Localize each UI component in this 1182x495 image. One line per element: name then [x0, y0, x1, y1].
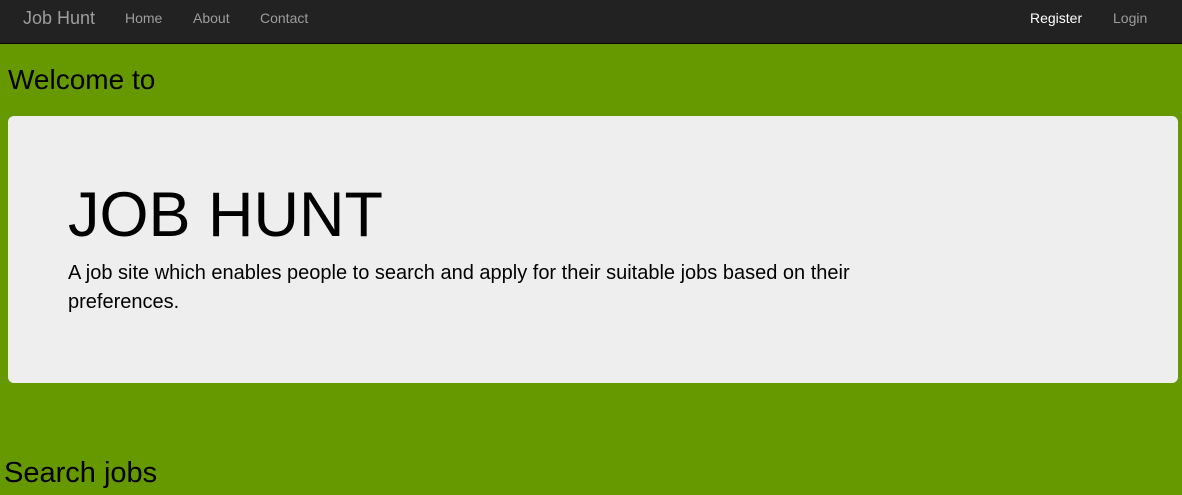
nav-register-link[interactable]: Register — [1030, 11, 1082, 25]
nav-contact-link[interactable]: Contact — [260, 11, 308, 25]
jumbotron: JOB HUNT A job site which enables people… — [8, 116, 1178, 383]
top-navbar: Job Hunt Home About Contact Register Log… — [0, 0, 1182, 44]
nav-home-link[interactable]: Home — [125, 11, 162, 25]
brand-link[interactable]: Job Hunt — [23, 9, 95, 27]
search-jobs-heading: Search jobs — [4, 457, 158, 489]
jumbotron-description: A job site which enables people to searc… — [68, 262, 850, 313]
welcome-heading: Welcome to — [8, 64, 156, 95]
nav-about-link[interactable]: About — [193, 11, 230, 25]
jumbotron-title: JOB HUNT — [68, 180, 383, 250]
nav-login-link[interactable]: Login — [1113, 11, 1147, 25]
